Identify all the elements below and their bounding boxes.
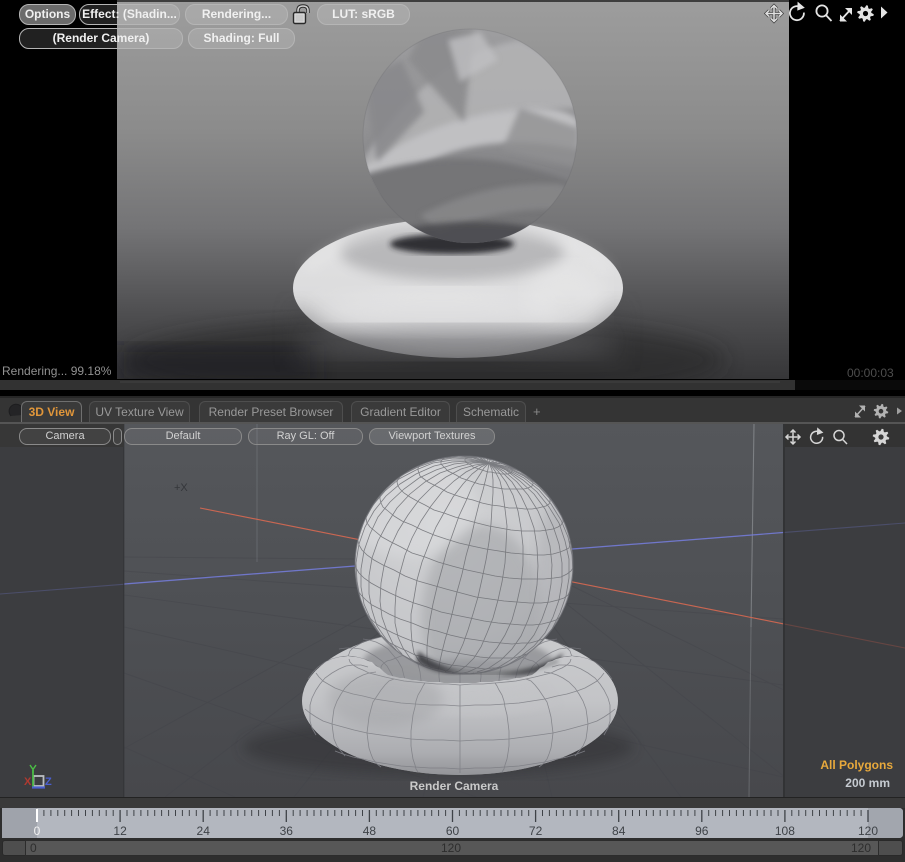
svg-text:72: 72 — [529, 824, 543, 838]
svg-text:120: 120 — [858, 824, 878, 838]
svg-text:+X: +X — [174, 482, 188, 494]
svg-text:24: 24 — [197, 824, 211, 838]
svg-text:48: 48 — [363, 824, 377, 838]
svg-text:84: 84 — [612, 824, 626, 838]
svg-text:200 mm: 200 mm — [845, 776, 890, 790]
svg-text:0: 0 — [34, 824, 41, 838]
svg-text:96: 96 — [695, 824, 709, 838]
svg-text:36: 36 — [280, 824, 294, 838]
svg-text:X: X — [24, 776, 32, 788]
svg-text:Z: Z — [45, 776, 52, 788]
svg-text:12: 12 — [113, 824, 127, 838]
svg-text:Render Camera: Render Camera — [410, 779, 499, 793]
svg-text:108: 108 — [775, 824, 795, 838]
svg-text:60: 60 — [446, 824, 460, 838]
svg-text:All Polygons: All Polygons — [820, 758, 893, 772]
